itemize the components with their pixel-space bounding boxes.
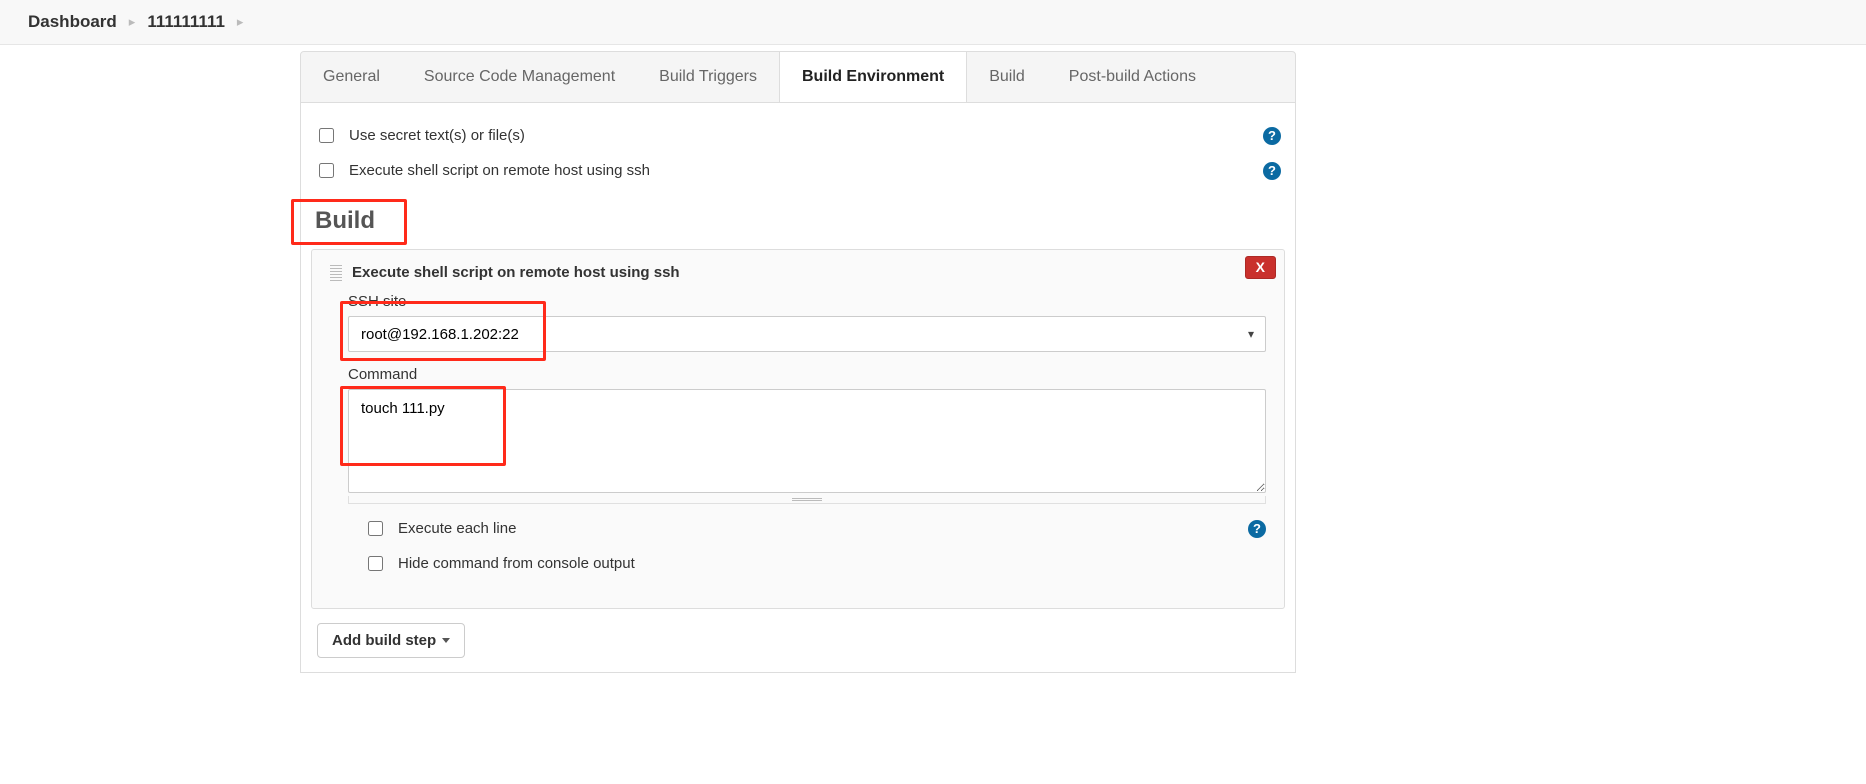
build-step-title: Execute shell script on remote host usin… [352, 264, 680, 281]
tab-post-build[interactable]: Post-build Actions [1047, 52, 1218, 102]
execute-each-line-checkbox[interactable] [368, 521, 383, 536]
delete-step-button[interactable]: X [1245, 256, 1276, 279]
breadcrumb-job[interactable]: 111111111 [147, 12, 225, 32]
build-step-ssh: X Execute shell script on remote host us… [311, 249, 1285, 609]
execute-each-line-row: Execute each line ? [340, 504, 1266, 547]
execute-ssh-env-label: Execute shell script on remote host usin… [349, 162, 1251, 179]
tab-build[interactable]: Build [967, 52, 1047, 102]
config-tabs: General Source Code Management Build Tri… [300, 51, 1296, 103]
add-build-step-button[interactable]: Add build step [317, 623, 465, 658]
resize-handle[interactable] [348, 496, 1266, 504]
ssh-site-select[interactable]: root@192.168.1.202:22 [348, 316, 1266, 352]
execute-each-line-label: Execute each line [398, 520, 1236, 537]
help-icon[interactable]: ? [1263, 162, 1281, 180]
chevron-right-icon: ▸ [129, 14, 136, 30]
help-icon[interactable]: ? [1248, 520, 1266, 538]
hide-command-checkbox[interactable] [368, 556, 383, 571]
tab-general[interactable]: General [301, 52, 402, 102]
tab-build-triggers[interactable]: Build Triggers [637, 52, 779, 102]
command-label: Command [348, 366, 1266, 383]
ssh-site-label: SSH site [348, 293, 1266, 310]
tab-scm[interactable]: Source Code Management [402, 52, 637, 102]
breadcrumb: Dashboard ▸ 111111111 ▸ [0, 0, 1866, 45]
build-section-heading: Build [315, 207, 1285, 235]
config-content: Use secret text(s) or file(s) ? Execute … [300, 103, 1296, 673]
command-textarea[interactable] [348, 389, 1266, 493]
caret-down-icon [442, 638, 450, 643]
hide-command-label: Hide command from console output [398, 555, 1266, 572]
hide-command-row: Hide command from console output [340, 547, 1266, 582]
drag-handle-icon[interactable] [330, 265, 342, 281]
use-secret-text-checkbox[interactable] [319, 128, 334, 143]
chevron-right-icon: ▸ [237, 14, 244, 30]
help-icon[interactable]: ? [1263, 127, 1281, 145]
add-build-step-label: Add build step [332, 632, 436, 649]
use-secret-text-row: Use secret text(s) or file(s) ? [311, 119, 1285, 154]
use-secret-text-label: Use secret text(s) or file(s) [349, 127, 1251, 144]
breadcrumb-dashboard[interactable]: Dashboard [28, 12, 117, 32]
execute-ssh-env-checkbox[interactable] [319, 163, 334, 178]
tab-build-environment[interactable]: Build Environment [779, 52, 967, 103]
execute-ssh-env-row: Execute shell script on remote host usin… [311, 154, 1285, 189]
